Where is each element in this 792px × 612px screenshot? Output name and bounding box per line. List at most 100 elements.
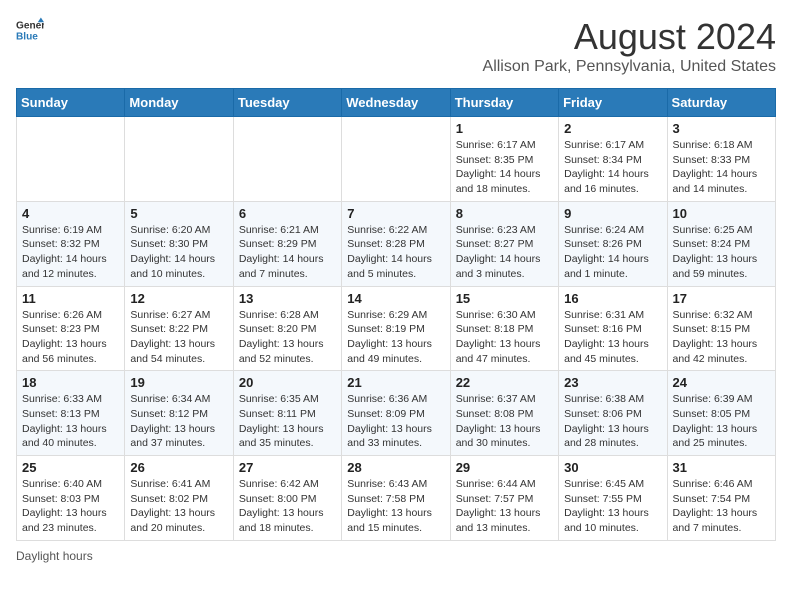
day-number: 12: [130, 291, 227, 306]
day-number: 1: [456, 121, 553, 136]
calendar-cell: 17Sunrise: 6:32 AM Sunset: 8:15 PM Dayli…: [667, 286, 775, 371]
calendar-week-row: 25 Sunrise: 6:40 AM Sunset: 8:03 PM Dayli…: [17, 456, 776, 541]
day-number: 8: [456, 206, 553, 221]
calendar-cell: 19 Sunrise: 6:34 AM Sunset: 8:12 PM Dayli…: [125, 371, 233, 456]
calendar-cell: 26 Sunrise: 6:41 AM Sunset: 8:02 PM Dayli…: [125, 456, 233, 541]
day-info: Sunrise: 6:43 AM Sunset: 7:58 PM Dayligh…: [347, 477, 444, 536]
calendar-cell: 7 Sunrise: 6:22 AM Sunset: 8:28 PM Daylig…: [342, 201, 450, 286]
day-number: 2: [564, 121, 661, 136]
day-info: Sunrise: 6:39 AM Sunset: 8:05 PM Dayligh…: [673, 392, 770, 451]
day-info: Sunrise: 6:38 AM Sunset: 8:06 PM Dayligh…: [564, 392, 661, 451]
calendar-cell: 16 Sunrise: 6:31 AM Sunset: 8:16 PM Dayli…: [559, 286, 667, 371]
day-number: 28: [347, 460, 444, 475]
day-number: 13: [239, 291, 336, 306]
day-number: 21: [347, 375, 444, 390]
day-number: 24: [673, 375, 770, 390]
day-info: Sunrise: 6:30 AM Sunset: 8:18 PM Dayligh…: [456, 308, 553, 367]
calendar-cell: 20 Sunrise: 6:35 AM Sunset: 8:11 PM Dayli…: [233, 371, 341, 456]
col-header-friday: Friday: [559, 89, 667, 117]
calendar-cell: [17, 117, 125, 202]
calendar-table: SundayMondayTuesdayWednesdayThursdayFrid…: [16, 88, 776, 541]
day-number: 5: [130, 206, 227, 221]
calendar-cell: 1 Sunrise: 6:17 AM Sunset: 8:35 PM Daylig…: [450, 117, 558, 202]
day-number: 27: [239, 460, 336, 475]
day-info: Sunrise: 6:19 AM Sunset: 8:32 PM Dayligh…: [22, 223, 119, 282]
col-header-saturday: Saturday: [667, 89, 775, 117]
col-header-sunday: Sunday: [17, 89, 125, 117]
calendar-cell: 21 Sunrise: 6:36 AM Sunset: 8:09 PM Dayli…: [342, 371, 450, 456]
calendar-cell: [342, 117, 450, 202]
day-number: 11: [22, 291, 119, 306]
calendar-cell: 3Sunrise: 6:18 AM Sunset: 8:33 PM Daylig…: [667, 117, 775, 202]
calendar-cell: [125, 117, 233, 202]
day-number: 14: [347, 291, 444, 306]
day-info: Sunrise: 6:29 AM Sunset: 8:19 PM Dayligh…: [347, 308, 444, 367]
day-info: Sunrise: 6:22 AM Sunset: 8:28 PM Dayligh…: [347, 223, 444, 282]
day-info: Sunrise: 6:17 AM Sunset: 8:35 PM Dayligh…: [456, 138, 553, 197]
day-info: Sunrise: 6:28 AM Sunset: 8:20 PM Dayligh…: [239, 308, 336, 367]
day-number: 25: [22, 460, 119, 475]
day-number: 10: [673, 206, 770, 221]
day-number: 7: [347, 206, 444, 221]
calendar-cell: 2 Sunrise: 6:17 AM Sunset: 8:34 PM Daylig…: [559, 117, 667, 202]
day-info: Sunrise: 6:24 AM Sunset: 8:26 PM Dayligh…: [564, 223, 661, 282]
day-number: 18: [22, 375, 119, 390]
day-info: Sunrise: 6:35 AM Sunset: 8:11 PM Dayligh…: [239, 392, 336, 451]
day-info: Sunrise: 6:23 AM Sunset: 8:27 PM Dayligh…: [456, 223, 553, 282]
calendar-cell: 18 Sunrise: 6:33 AM Sunset: 8:13 PM Dayli…: [17, 371, 125, 456]
calendar-week-row: 4 Sunrise: 6:19 AM Sunset: 8:32 PM Daylig…: [17, 201, 776, 286]
day-number: 4: [22, 206, 119, 221]
day-info: Sunrise: 6:36 AM Sunset: 8:09 PM Dayligh…: [347, 392, 444, 451]
day-number: 31: [673, 460, 770, 475]
day-number: 20: [239, 375, 336, 390]
calendar-cell: 12 Sunrise: 6:27 AM Sunset: 8:22 PM Dayli…: [125, 286, 233, 371]
calendar-cell: 14 Sunrise: 6:29 AM Sunset: 8:19 PM Dayli…: [342, 286, 450, 371]
calendar-week-row: 11 Sunrise: 6:26 AM Sunset: 8:23 PM Dayli…: [17, 286, 776, 371]
day-info: Sunrise: 6:40 AM Sunset: 8:03 PM Dayligh…: [22, 477, 119, 536]
day-number: 26: [130, 460, 227, 475]
day-info: Sunrise: 6:33 AM Sunset: 8:13 PM Dayligh…: [22, 392, 119, 451]
calendar-cell: [233, 117, 341, 202]
calendar-cell: 10 Sunrise: 6:25 AM Sunset: 8:24 PM Dayli…: [667, 201, 775, 286]
day-info: Sunrise: 6:21 AM Sunset: 8:29 PM Dayligh…: [239, 223, 336, 282]
calendar-cell: 27 Sunrise: 6:42 AM Sunset: 8:00 PM Dayli…: [233, 456, 341, 541]
day-info: Sunrise: 6:34 AM Sunset: 8:12 PM Dayligh…: [130, 392, 227, 451]
logo: General Blue: [16, 16, 44, 44]
col-header-tuesday: Tuesday: [233, 89, 341, 117]
day-info: Sunrise: 6:45 AM Sunset: 7:55 PM Dayligh…: [564, 477, 661, 536]
calendar-cell: 4 Sunrise: 6:19 AM Sunset: 8:32 PM Daylig…: [17, 201, 125, 286]
calendar-cell: 24 Sunrise: 6:39 AM Sunset: 8:05 PM Dayli…: [667, 371, 775, 456]
calendar-cell: 9 Sunrise: 6:24 AM Sunset: 8:26 PM Daylig…: [559, 201, 667, 286]
calendar-cell: 8 Sunrise: 6:23 AM Sunset: 8:27 PM Daylig…: [450, 201, 558, 286]
calendar-cell: 11 Sunrise: 6:26 AM Sunset: 8:23 PM Dayli…: [17, 286, 125, 371]
day-info: Sunrise: 6:27 AM Sunset: 8:22 PM Dayligh…: [130, 308, 227, 367]
calendar-week-row: 18 Sunrise: 6:33 AM Sunset: 8:13 PM Dayli…: [17, 371, 776, 456]
day-info: Sunrise: 6:42 AM Sunset: 8:00 PM Dayligh…: [239, 477, 336, 536]
day-info: Sunrise: 6:32 AM Sunset: 8:15 PM Dayligh…: [673, 308, 770, 367]
day-number: 16: [564, 291, 661, 306]
day-info: Sunrise: 6:25 AM Sunset: 8:24 PM Dayligh…: [673, 223, 770, 282]
day-info: Sunrise: 6:37 AM Sunset: 8:08 PM Dayligh…: [456, 392, 553, 451]
day-info: Sunrise: 6:41 AM Sunset: 8:02 PM Dayligh…: [130, 477, 227, 536]
col-header-thursday: Thursday: [450, 89, 558, 117]
col-header-monday: Monday: [125, 89, 233, 117]
calendar-cell: 22 Sunrise: 6:37 AM Sunset: 8:08 PM Dayli…: [450, 371, 558, 456]
calendar-week-row: 1 Sunrise: 6:17 AM Sunset: 8:35 PM Daylig…: [17, 117, 776, 202]
day-info: Sunrise: 6:18 AM Sunset: 8:33 PM Dayligh…: [673, 138, 770, 197]
day-number: 19: [130, 375, 227, 390]
day-info: Sunrise: 6:20 AM Sunset: 8:30 PM Dayligh…: [130, 223, 227, 282]
calendar-cell: 30 Sunrise: 6:45 AM Sunset: 7:55 PM Dayli…: [559, 456, 667, 541]
day-info: Sunrise: 6:26 AM Sunset: 8:23 PM Dayligh…: [22, 308, 119, 367]
col-header-wednesday: Wednesday: [342, 89, 450, 117]
day-info: Sunrise: 6:17 AM Sunset: 8:34 PM Dayligh…: [564, 138, 661, 197]
svg-text:Blue: Blue: [16, 31, 38, 42]
day-number: 22: [456, 375, 553, 390]
day-info: Sunrise: 6:46 AM Sunset: 7:54 PM Dayligh…: [673, 477, 770, 536]
calendar-cell: 13 Sunrise: 6:28 AM Sunset: 8:20 PM Dayli…: [233, 286, 341, 371]
day-info: Sunrise: 6:31 AM Sunset: 8:16 PM Dayligh…: [564, 308, 661, 367]
day-number: 30: [564, 460, 661, 475]
day-number: 9: [564, 206, 661, 221]
title-block: August 2024 Allison Park, Pennsylvania, …: [483, 16, 776, 76]
month-year: August 2024: [483, 16, 776, 58]
location: Allison Park, Pennsylvania, United State…: [483, 58, 776, 76]
